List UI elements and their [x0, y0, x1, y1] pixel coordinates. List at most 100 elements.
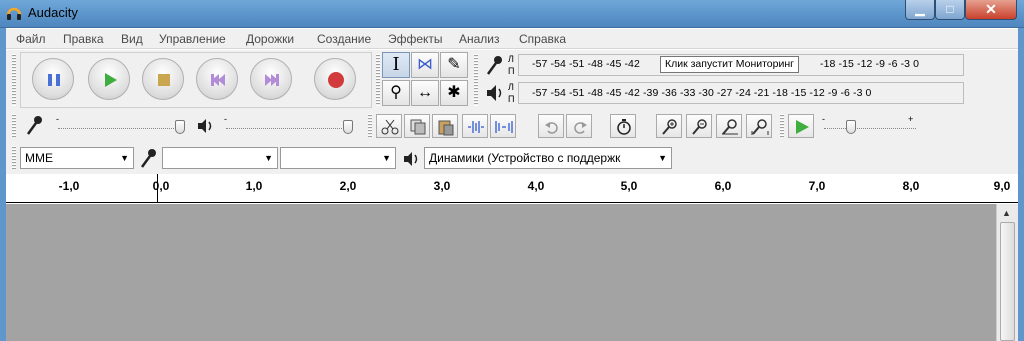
mixer-speaker-icon: [198, 119, 212, 133]
cut-button[interactable]: [376, 114, 402, 138]
ruler-label: 4,0: [527, 179, 545, 193]
play-at-speed-button[interactable]: [788, 114, 814, 138]
fit-project-button[interactable]: [746, 114, 772, 138]
audio-host-select[interactable]: MME ▼: [20, 147, 134, 169]
play-speed-track[interactable]: [824, 128, 916, 129]
menu-edit[interactable]: Правка: [63, 32, 104, 46]
skip-to-end-button[interactable]: [250, 58, 292, 100]
fit-project-icon: [751, 119, 769, 135]
audacity-logo-icon: [6, 7, 22, 20]
record-meter-scale-tail: -18 -15 -12 -9 -6 -3 0: [820, 58, 920, 70]
copy-button[interactable]: [404, 114, 430, 138]
menu-generate[interactable]: Создание: [317, 32, 371, 46]
playback-volume-min-mark: -: [224, 114, 227, 124]
microphone-icon[interactable]: [484, 54, 506, 78]
skip-start-icon: [211, 74, 225, 86]
draw-tool[interactable]: ✎: [440, 52, 468, 78]
ruler-label: -1,0: [58, 179, 80, 193]
menu-view[interactable]: Вид: [121, 32, 143, 46]
playhead-marker[interactable]: [157, 174, 158, 202]
play-speed-max-mark: +: [908, 114, 914, 124]
minimize-button[interactable]: ▁: [905, 0, 935, 20]
menu-transport[interactable]: Управление: [159, 32, 226, 46]
chevron-down-icon: ▼: [658, 153, 667, 163]
transport-toolbar-grip[interactable]: [12, 54, 16, 106]
skip-to-start-button[interactable]: [196, 58, 238, 100]
mixer-microphone-icon: [26, 116, 42, 135]
recording-volume-slider[interactable]: [175, 120, 185, 134]
i-beam-icon: I: [392, 54, 400, 75]
copy-icon: [410, 119, 426, 135]
menu-effects[interactable]: Эффекты: [388, 32, 443, 46]
ruler-label: 8,0: [902, 179, 920, 193]
play-left-channel-label: Л: [508, 82, 514, 92]
pause-button[interactable]: [32, 58, 74, 100]
double-arrow-icon: ↔: [417, 84, 433, 101]
zoom-out-icon: [692, 119, 707, 135]
ruler-label: 1,0: [245, 179, 263, 193]
track-panel[interactable]: [6, 204, 996, 341]
play-button[interactable]: [88, 58, 130, 100]
playback-device-select[interactable]: Динамики (Устройство с поддержк ▼: [424, 147, 672, 169]
speaker-icon[interactable]: [484, 82, 506, 104]
asterisk-icon: ✱: [447, 84, 461, 101]
redo-icon: [574, 122, 587, 134]
record-meter-scale: -57 -54 -51 -48 -45 -42: [532, 58, 640, 70]
recording-channels-select[interactable]: ▼: [280, 147, 396, 169]
chevron-down-icon: ▼: [264, 153, 273, 163]
ruler-label: 0,0: [152, 179, 170, 193]
menu-file[interactable]: Файл: [16, 32, 46, 46]
device-speaker-icon: [404, 152, 418, 166]
undo-button[interactable]: [538, 114, 564, 138]
play-icon: [105, 73, 117, 87]
silence-audio-icon: [495, 121, 513, 133]
maximize-button[interactable]: □: [935, 0, 965, 20]
scroll-up-icon[interactable]: ▲: [1002, 208, 1011, 218]
recording-volume-track[interactable]: [58, 128, 182, 129]
playback-meter-scale: -57 -54 -51 -48 -45 -42 -39 -36 -33 -30 …: [532, 87, 872, 99]
menu-help[interactable]: Справка: [519, 32, 566, 46]
window-frame-right: [1018, 28, 1024, 341]
playback-volume-slider[interactable]: [343, 120, 353, 134]
timer-icon: [617, 119, 631, 135]
envelope-tool[interactable]: ⋈: [411, 52, 439, 78]
paste-button[interactable]: [432, 114, 458, 138]
record-button[interactable]: [314, 58, 356, 100]
play-speed-slider[interactable]: [846, 120, 856, 134]
ruler-label: 6,0: [714, 179, 732, 193]
redo-button[interactable]: [566, 114, 592, 138]
zoom-in-button[interactable]: [656, 114, 682, 138]
device-toolbar-grip[interactable]: [12, 146, 16, 170]
stop-button[interactable]: [142, 58, 184, 100]
silence-button[interactable]: [490, 114, 516, 138]
scrollbar-thumb[interactable]: [1000, 222, 1015, 341]
ruler-label: 5,0: [620, 179, 638, 193]
fit-selection-button[interactable]: [716, 114, 742, 138]
menu-tracks[interactable]: Дорожки: [246, 32, 294, 46]
menu-analyze[interactable]: Анализ: [459, 32, 500, 46]
selection-tool[interactable]: I: [382, 52, 410, 78]
tools-toolbar-grip[interactable]: [376, 54, 380, 106]
play-at-speed-icon: [796, 120, 809, 134]
time-shift-tool[interactable]: ↔: [411, 80, 439, 106]
edit-toolbar-grip[interactable]: [368, 114, 372, 138]
close-button[interactable]: ✕: [965, 0, 1017, 20]
sync-lock-button[interactable]: [610, 114, 636, 138]
zoom-tool[interactable]: ⚲: [382, 80, 410, 106]
ruler-label: 7,0: [808, 179, 826, 193]
vertical-scrollbar[interactable]: ▲: [996, 204, 1018, 341]
mixer-toolbar-grip[interactable]: [12, 114, 16, 138]
playback-volume-track[interactable]: [226, 128, 350, 129]
timeline-ruler[interactable]: -1,0 0,0 1,0 2,0 3,0 4,0 5,0 6,0 7,0 8,0…: [6, 174, 1018, 203]
trim-button[interactable]: [462, 114, 488, 138]
chevron-down-icon: ▼: [382, 153, 391, 163]
playback-device-value: Динамики (Устройство с поддержк: [429, 151, 621, 165]
recording-device-select[interactable]: ▼: [162, 147, 278, 169]
play-speed-min-mark: -: [822, 114, 825, 124]
play-at-speed-toolbar-grip[interactable]: [780, 114, 784, 138]
meter-toolbar-grip[interactable]: [474, 54, 478, 106]
menu-bar: Файл Правка Вид Управление Дорожки Созда…: [6, 29, 1018, 49]
zoom-out-button[interactable]: [686, 114, 712, 138]
multi-tool[interactable]: ✱: [440, 80, 468, 106]
title-bar[interactable]: Audacity ▁ □ ✕: [0, 0, 1024, 28]
